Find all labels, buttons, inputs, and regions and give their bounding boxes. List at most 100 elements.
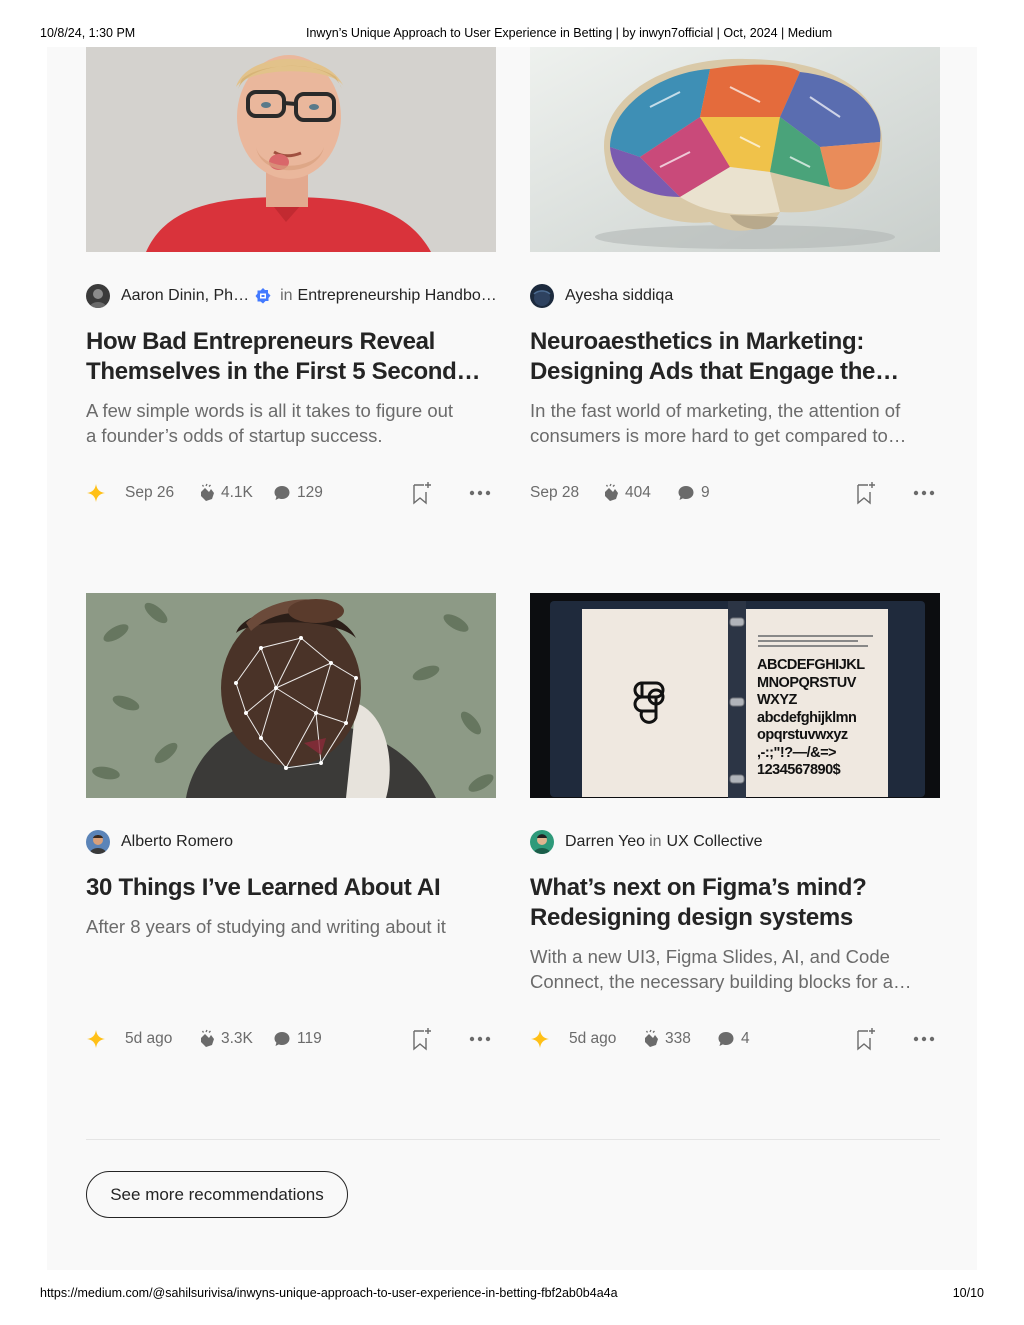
author-avatar[interactable]: [86, 284, 110, 308]
article-meta: 5d ago 338 4: [530, 1027, 940, 1051]
title-line: Themselves in the First 5 Second…: [86, 358, 481, 385]
specimen-line: ABCDEFGHIJKL: [757, 657, 865, 673]
article-title[interactable]: Neuroaesthetics in Marketing: Designing …: [530, 327, 940, 387]
clap-count: 3.3K: [221, 1030, 253, 1047]
author-avatar[interactable]: [530, 284, 554, 308]
clap-count: 4.1K: [221, 484, 253, 501]
article-thumbnail[interactable]: [86, 47, 496, 252]
title-line: Redesigning design systems: [530, 904, 853, 931]
title-line: What’s next on Figma’s mind?: [530, 874, 867, 901]
author-avatar[interactable]: [86, 830, 110, 854]
print-url: https://medium.com/@sahilsurivisa/inwyns…: [40, 1286, 618, 1300]
article-card[interactable]: Aaron Dinin, Ph… in Entrepreneurship Han…: [86, 47, 497, 517]
man-with-glasses-photo: [86, 47, 496, 252]
section-divider: [86, 1139, 940, 1140]
clap-icon: [645, 1029, 658, 1047]
responses[interactable]: 9: [677, 481, 710, 505]
verified-badge-icon: [254, 287, 272, 305]
article-byline: Darren Yeo in UX Collective: [530, 830, 763, 854]
article-byline: Ayesha siddiqa: [530, 284, 673, 308]
title-line: Designing Ads that Engage the…: [530, 358, 899, 385]
title-line: Neuroaesthetics in Marketing:: [530, 328, 865, 355]
claps[interactable]: 404: [601, 481, 651, 505]
publish-date: Sep 26: [125, 484, 175, 501]
author-name[interactable]: Alberto Romero: [121, 833, 233, 851]
article-thumbnail[interactable]: ABCDEFGHIJKL MNOPQRSTUV WXYZ abcdefghijk…: [530, 593, 940, 798]
more-options-icon[interactable]: [469, 481, 491, 505]
member-only-star-icon: [86, 1027, 106, 1051]
bookmark-add-icon[interactable]: [409, 1027, 433, 1051]
author-name[interactable]: Aaron Dinin, Ph…: [121, 287, 249, 305]
clap-count: 338: [665, 1030, 691, 1047]
article-card[interactable]: ABCDEFGHIJKL MNOPQRSTUV WXYZ abcdefghijk…: [530, 593, 940, 1063]
responses[interactable]: 129: [273, 481, 323, 505]
bookmark-add-icon[interactable]: [409, 481, 433, 505]
title-line: How Bad Entrepreneurs Reveal: [86, 328, 436, 355]
article-title[interactable]: How Bad Entrepreneurs Reveal Themselves …: [86, 327, 496, 387]
comment-icon: [718, 1032, 734, 1046]
subtitle-line: consumers is more hard to get compared t…: [530, 425, 907, 446]
more-options-icon[interactable]: [469, 1027, 491, 1051]
subtitle-line: Connect, the necessary building blocks f…: [530, 971, 912, 992]
response-count: 4: [741, 1030, 750, 1047]
article-subtitle[interactable]: A few simple words is all it takes to fi…: [86, 398, 496, 448]
article-title[interactable]: 30 Things I’ve Learned About AI: [86, 873, 496, 903]
article-subtitle[interactable]: In the fast world of marketing, the atte…: [530, 398, 940, 448]
binder-type-specimen: ABCDEFGHIJKL MNOPQRSTUV WXYZ abcdefghijk…: [757, 657, 865, 780]
article-title[interactable]: What’s next on Figma’s mind? Redesigning…: [530, 873, 940, 933]
author-name[interactable]: Ayesha siddiqa: [565, 287, 673, 305]
specimen-line: abcdefghijklmn: [757, 709, 857, 726]
see-more-recommendations-button[interactable]: See more recommendations: [86, 1171, 348, 1218]
article-byline: Alberto Romero: [86, 830, 233, 854]
comment-icon: [274, 1032, 290, 1046]
responses[interactable]: 4: [717, 1027, 750, 1051]
print-page-title: Inwyn’s Unique Approach to User Experien…: [306, 26, 833, 40]
author-name[interactable]: Darren Yeo: [565, 833, 645, 851]
claps[interactable]: 338: [641, 1027, 691, 1051]
publication-name[interactable]: UX Collective: [667, 833, 763, 851]
article-card[interactable]: Ayesha siddiqa Neuroaesthetics in Market…: [530, 47, 940, 517]
response-count: 129: [297, 484, 323, 501]
publish-date: Sep 28: [530, 484, 580, 501]
specimen-line: MNOPQRSTUV: [757, 674, 856, 691]
claps[interactable]: 4.1K: [197, 481, 253, 505]
publish-date: 5d ago: [125, 1030, 173, 1047]
publish-date: 5d ago: [569, 1030, 617, 1047]
print-footer: https://medium.com/@sahilsurivisa/inwyns…: [40, 1286, 984, 1302]
title-line: 30 Things I’ve Learned About AI: [86, 874, 441, 901]
clap-icon: [201, 483, 214, 501]
figma-binder-photo: [530, 593, 940, 798]
article-thumbnail[interactable]: [530, 47, 940, 252]
subtitle-line: A few simple words is all it takes to fi…: [86, 400, 454, 421]
more-options-icon[interactable]: [913, 1027, 935, 1051]
article-meta: Sep 26 4.1K 129: [86, 481, 496, 505]
clap-icon: [605, 483, 618, 501]
article-byline: Aaron Dinin, Ph… in Entrepreneurship Han…: [86, 284, 497, 308]
subtitle-line: In the fast world of marketing, the atte…: [530, 400, 901, 421]
more-options-icon[interactable]: [913, 481, 935, 505]
article-subtitle[interactable]: After 8 years of studying and writing ab…: [86, 914, 496, 939]
article-thumbnail[interactable]: [86, 593, 496, 798]
member-only-star-icon: [86, 481, 106, 505]
comment-icon: [274, 486, 290, 500]
bookmark-add-icon[interactable]: [853, 1027, 877, 1051]
print-page-number: 10/10: [952, 1286, 984, 1300]
bookmark-add-icon[interactable]: [853, 481, 877, 505]
subtitle-line: After 8 years of studying and writing ab…: [86, 916, 446, 937]
responses[interactable]: 119: [273, 1027, 322, 1051]
specimen-line: opqrstuvwxyz: [757, 727, 848, 743]
specimen-line: 1234567890$: [757, 762, 841, 778]
in-word: in: [280, 287, 293, 304]
response-count: 119: [297, 1030, 322, 1047]
article-card[interactable]: Alberto Romero 30 Things I’ve Learned Ab…: [86, 593, 496, 1063]
author-avatar[interactable]: [530, 830, 554, 854]
specimen-line: ,-:;"!?—/&=>: [757, 744, 837, 761]
publication-name[interactable]: Entrepreneurship Handbo…: [298, 287, 497, 305]
recommendations-panel: Aaron Dinin, Ph… in Entrepreneurship Han…: [47, 47, 977, 1270]
in-word: in: [649, 833, 662, 850]
subtitle-line: With a new UI3, Figma Slides, AI, and Co…: [530, 946, 890, 967]
claps[interactable]: 3.3K: [197, 1027, 253, 1051]
member-only-star-icon: [530, 1027, 550, 1051]
article-subtitle[interactable]: With a new UI3, Figma Slides, AI, and Co…: [530, 944, 940, 994]
subtitle-line: a founder’s odds of startup success.: [86, 425, 383, 446]
